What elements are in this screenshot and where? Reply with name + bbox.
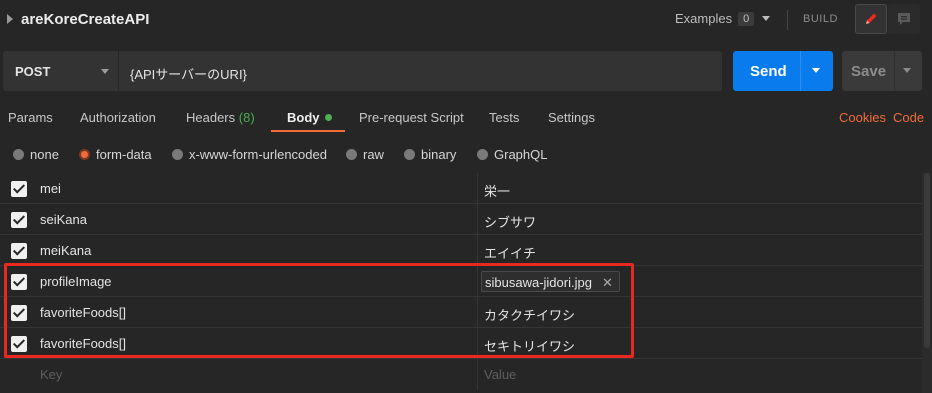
examples-count: 0: [738, 11, 755, 26]
divider: [477, 266, 478, 297]
chevron-down-icon: [762, 16, 771, 21]
divider: [477, 235, 478, 266]
tab-params[interactable]: Params: [8, 110, 53, 125]
radio-graphql[interactable]: GraphQL: [477, 147, 547, 162]
radio-label: binary: [421, 147, 457, 162]
row-value[interactable]: シブサワ: [484, 212, 536, 231]
save-label: Save: [851, 63, 887, 80]
row-checkbox[interactable]: [11, 243, 27, 259]
tab-headers[interactable]: Headers (8): [186, 110, 255, 125]
url-input[interactable]: {APIサーバーのURI}: [119, 51, 722, 91]
radio-circle-icon: [346, 149, 357, 160]
row-key[interactable]: meiKana: [40, 243, 91, 258]
divider: [800, 51, 801, 91]
row-key[interactable]: seiKana: [40, 212, 87, 227]
cookies-link[interactable]: Cookies: [839, 110, 886, 125]
radio-label: raw: [363, 147, 384, 162]
tab-tests[interactable]: Tests: [489, 110, 519, 125]
examples-dropdown[interactable]: Examples 0: [675, 11, 771, 26]
row-key[interactable]: favoriteFoods[]: [40, 305, 126, 320]
radio-selected-icon: [79, 149, 90, 160]
save-button[interactable]: Save: [842, 51, 922, 91]
table-row: favoriteFoods[] セキトリイワシ: [0, 328, 922, 359]
table-row: meiKana エイイチ: [0, 235, 922, 266]
row-key[interactable]: mei: [40, 181, 61, 196]
row-value[interactable]: セキトリイワシ: [484, 336, 575, 355]
radio-circle-icon: [477, 149, 488, 160]
tab-headers-label: Headers: [186, 110, 236, 125]
build-mode-label[interactable]: BUILD: [803, 13, 838, 25]
scrollbar[interactable]: [922, 173, 932, 393]
table-row: mei 栄一: [0, 173, 922, 204]
table-row: favoriteFoods[] カタクチイワシ: [0, 297, 922, 328]
file-name: sibusawa-jidori.jpg: [485, 275, 592, 290]
tab-prerequest-script[interactable]: Pre-request Script: [359, 110, 464, 125]
row-checkbox[interactable]: [11, 336, 27, 352]
headers-count: (8): [238, 110, 255, 125]
radio-circle-icon: [13, 149, 24, 160]
comments-button[interactable]: [888, 4, 920, 34]
divider: [477, 359, 478, 390]
tab-body[interactable]: Body: [287, 110, 332, 125]
chevron-down-icon: [101, 69, 109, 74]
url-value: {APIサーバーのURI}: [130, 67, 247, 82]
row-key[interactable]: profileImage: [40, 274, 112, 289]
divider: [894, 51, 895, 91]
scrollbar-thumb[interactable]: [924, 173, 930, 348]
divider: [477, 297, 478, 328]
tab-settings[interactable]: Settings: [548, 110, 595, 125]
table-row: seiKana シブサワ: [0, 204, 922, 235]
row-key[interactable]: favoriteFoods[]: [40, 336, 126, 351]
code-link[interactable]: Code: [893, 110, 924, 125]
tab-authorization[interactable]: Authorization: [80, 110, 156, 125]
radio-label: GraphQL: [494, 147, 548, 162]
pencil-icon: [866, 13, 877, 24]
radio-circle-icon: [404, 149, 415, 160]
key-placeholder[interactable]: Key: [40, 367, 62, 382]
row-checkbox[interactable]: [11, 212, 27, 228]
request-name[interactable]: areKoreCreateAPI: [21, 11, 149, 28]
radio-binary[interactable]: binary: [404, 147, 456, 162]
send-label: Send: [750, 63, 787, 80]
remove-file-close-icon[interactable]: ✕: [602, 275, 613, 291]
radio-label: x-www-form-urlencoded: [189, 147, 327, 162]
row-value[interactable]: 栄一: [484, 181, 510, 200]
divider: [477, 328, 478, 359]
edit-button[interactable]: [855, 4, 887, 34]
body-active-dot-icon: [324, 114, 332, 121]
table-row: profileImage sibusawa-jidori.jpg ✕: [0, 266, 922, 297]
collapse-caret-icon[interactable]: [7, 14, 13, 24]
radio-form-data[interactable]: form-data: [79, 147, 152, 162]
value-placeholder[interactable]: Value: [484, 367, 516, 382]
radio-x-www-form-urlencoded[interactable]: x-www-form-urlencoded: [172, 147, 327, 162]
divider: [477, 204, 478, 235]
send-button[interactable]: Send: [733, 51, 833, 91]
send-options-chevron-icon[interactable]: [812, 68, 820, 73]
row-checkbox[interactable]: [11, 305, 27, 321]
row-checkbox[interactable]: [11, 181, 27, 197]
active-tab-underline: [271, 130, 345, 132]
radio-label: form-data: [96, 147, 152, 162]
row-value[interactable]: エイイチ: [484, 243, 536, 262]
radio-none[interactable]: none: [13, 147, 59, 162]
method-select[interactable]: POST: [3, 51, 118, 91]
radio-label: none: [30, 147, 59, 162]
examples-label: Examples: [675, 11, 733, 26]
method-label: POST: [15, 64, 51, 79]
row-value[interactable]: カタクチイワシ: [484, 305, 575, 324]
comment-icon: [898, 13, 910, 25]
radio-circle-icon: [172, 149, 183, 160]
file-chip[interactable]: sibusawa-jidori.jpg ✕: [481, 271, 620, 292]
tab-body-label: Body: [287, 110, 320, 125]
top-bar: areKoreCreateAPI Examples 0 BUILD: [0, 0, 932, 40]
divider: [787, 10, 788, 30]
save-options-chevron-icon[interactable]: [903, 68, 911, 73]
radio-raw[interactable]: raw: [346, 147, 384, 162]
divider: [477, 173, 478, 204]
new-row: Key Value: [0, 359, 922, 390]
row-checkbox[interactable]: [11, 274, 27, 290]
